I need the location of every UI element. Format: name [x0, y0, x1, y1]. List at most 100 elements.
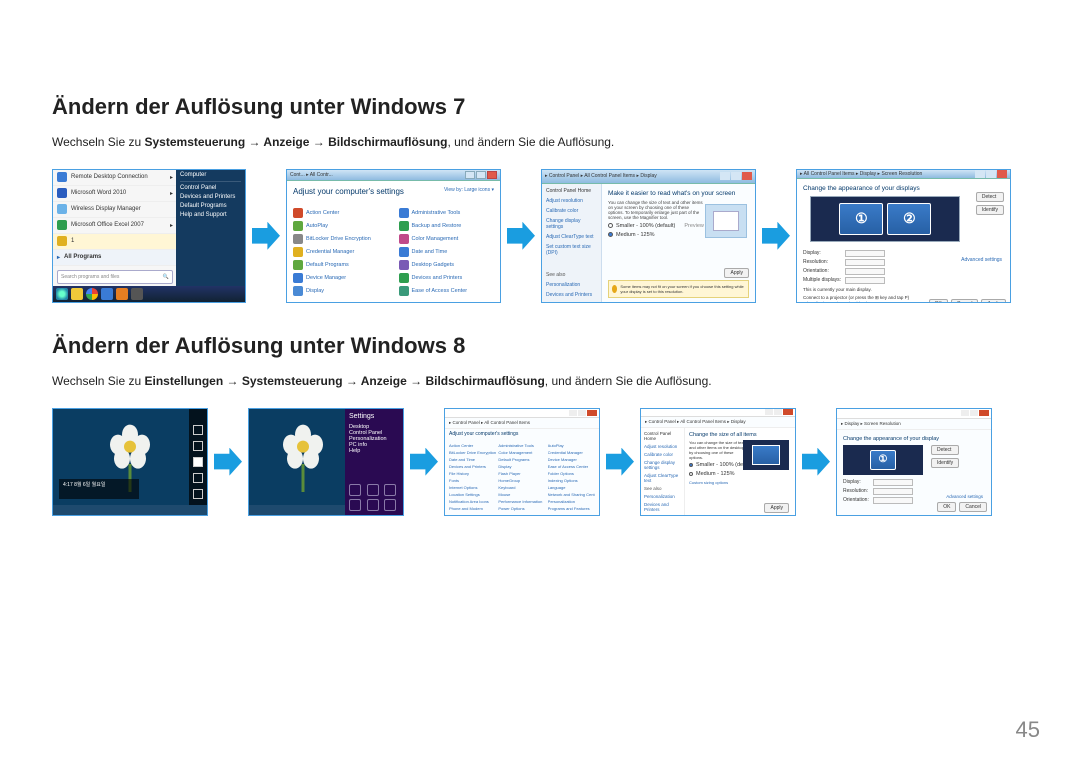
close-icon [997, 170, 1007, 178]
window-titlebar: ▸ Control Panel ▸ All Control Panel Item… [542, 170, 755, 184]
monitor-2: ② [887, 203, 931, 235]
window-body: Adjust your computer's settings View by:… [287, 181, 500, 302]
max-icon [476, 171, 486, 179]
instruction-win8: Wechseln Sie zu Einstellungen → Systemst… [52, 373, 1028, 390]
field-label: Orientation: [843, 497, 869, 504]
breadcrumb: Cont... ▸ All Contr... [290, 172, 333, 178]
max-icon [731, 172, 741, 180]
arrow-icon [606, 448, 634, 476]
devices-charm-icon [193, 473, 203, 483]
main-note: This is currently your main display. [803, 287, 1004, 292]
cp-item: Devices and Printers [449, 464, 496, 469]
arrow-icon [507, 222, 535, 250]
taskbar [53, 505, 207, 515]
arrow-icon [802, 448, 830, 476]
orientation-select [845, 268, 885, 275]
min-icon [961, 410, 969, 416]
sidebar-link: Adjust ClearType text [644, 473, 681, 483]
rdp-icon [57, 172, 67, 182]
max-icon [774, 409, 782, 415]
sidebar-link: Personalization [644, 494, 681, 499]
close-icon [979, 410, 989, 416]
cp-item: AutoPlay [306, 223, 328, 229]
cp-item: Ease of Access Center [412, 288, 468, 294]
close-icon [742, 172, 752, 180]
display-icon [293, 286, 303, 296]
monitor-1: ① [839, 203, 883, 235]
ok-button: OK [929, 299, 948, 303]
volume-icon [367, 484, 379, 496]
cp-item: Device Manager [306, 275, 346, 281]
display-select [845, 250, 885, 257]
cp-item: Display [498, 464, 545, 469]
display-title: Make it easier to read what's on your sc… [608, 190, 749, 197]
thumb-win7-display: ▸ Control Panel ▸ All Control Panel Item… [541, 169, 756, 303]
settings-charm-icon [193, 489, 203, 499]
monitor-preview: ① ② [810, 196, 960, 242]
cp-item: Administrative Tools [498, 443, 545, 448]
preview-box [705, 204, 747, 238]
radio-option: Medium - 125% [689, 471, 791, 477]
settings-panel: Settings Desktop Control Panel Personali… [345, 409, 403, 515]
ok-button: OK [937, 502, 956, 512]
option-label: Smaller - 100% (default) [616, 223, 675, 229]
apply-button: Apply [724, 268, 749, 278]
cp-item: Network and Sharing Center [548, 492, 595, 497]
cp-item: Folder Options [548, 471, 595, 476]
detect-button: Detect [976, 192, 1004, 202]
clock-overlay: 4:17 8월 6일 월요일 [59, 479, 139, 499]
flower-icon [106, 425, 154, 473]
sidebar-link: Calibrate color [644, 452, 681, 457]
start-item-label: Remote Desktop Connection [71, 174, 148, 180]
start-menu-left: Remote Desktop Connection▸ Microsoft Wor… [53, 170, 178, 302]
view-by: View by: Large icons ▾ [444, 187, 494, 202]
cp-item: Action Center [306, 210, 339, 216]
start-item-label: Microsoft Word 2010 [71, 190, 126, 196]
field-label: Display: [843, 479, 869, 486]
cancel-button: Cancel [959, 502, 987, 512]
search-input: Search programs and files🔍 [57, 270, 173, 284]
cp-item: Power Options [498, 506, 545, 511]
window-body: Control Panel Home Adjust resolution Cal… [542, 184, 755, 302]
page-number: 45 [1016, 717, 1040, 743]
min-icon [720, 172, 730, 180]
titlebar [445, 409, 599, 418]
res-title: Change the appearance of your displays [803, 185, 1004, 192]
field-label: Resolution: [803, 259, 841, 266]
thumb-win8-display: ▸ Control Panel ▸ All Control Panel Item… [640, 408, 796, 516]
monitor-preview: ① [843, 445, 923, 475]
detect-buttons: Detect Identify [976, 192, 1004, 215]
cp-item: Phone and Modem [449, 506, 496, 511]
sidebar-link: Personalization [546, 282, 597, 288]
cp-item: Date and Time [412, 249, 448, 255]
thumb-win8-settings: Settings Desktop Control Panel Personali… [248, 408, 404, 516]
wireless-icon [57, 204, 67, 214]
cp-item: Performance Information [498, 499, 545, 504]
cp-item: File History [449, 471, 496, 476]
device-icon [293, 273, 303, 283]
instr-prefix: Wechseln Sie zu [52, 135, 145, 149]
window-body: Change the appearance of your displays ①… [797, 179, 1010, 303]
window-body: Change the appearance of your display ① … [837, 430, 991, 515]
section-win7: Ändern der Auflösung unter Windows 7 Wec… [52, 94, 1028, 303]
printer-icon [399, 273, 409, 283]
arrow-icon [252, 222, 280, 250]
display-title: Change the size of all items [689, 432, 791, 438]
titlebar [837, 409, 991, 419]
resolution-select [845, 259, 885, 266]
cp-grid: Action Center Administrative Tools AutoP… [293, 208, 494, 296]
field-label: Display: [803, 250, 841, 257]
cp-item: Programs and Features [548, 506, 595, 511]
titlebar [641, 409, 795, 417]
search-charm-icon [193, 425, 203, 435]
network-icon [349, 484, 361, 496]
backup-icon [399, 221, 409, 231]
advanced-link: Advanced settings [946, 494, 983, 499]
display-main: Change the size of all items You can cha… [685, 428, 795, 515]
button-row: OK Cancel [937, 502, 987, 512]
field-label: Resolution: [843, 488, 869, 495]
default-icon [293, 260, 303, 270]
settings-icons [349, 484, 399, 511]
start-item: Remote Desktop Connection▸ [53, 170, 177, 186]
close-icon [487, 171, 497, 179]
